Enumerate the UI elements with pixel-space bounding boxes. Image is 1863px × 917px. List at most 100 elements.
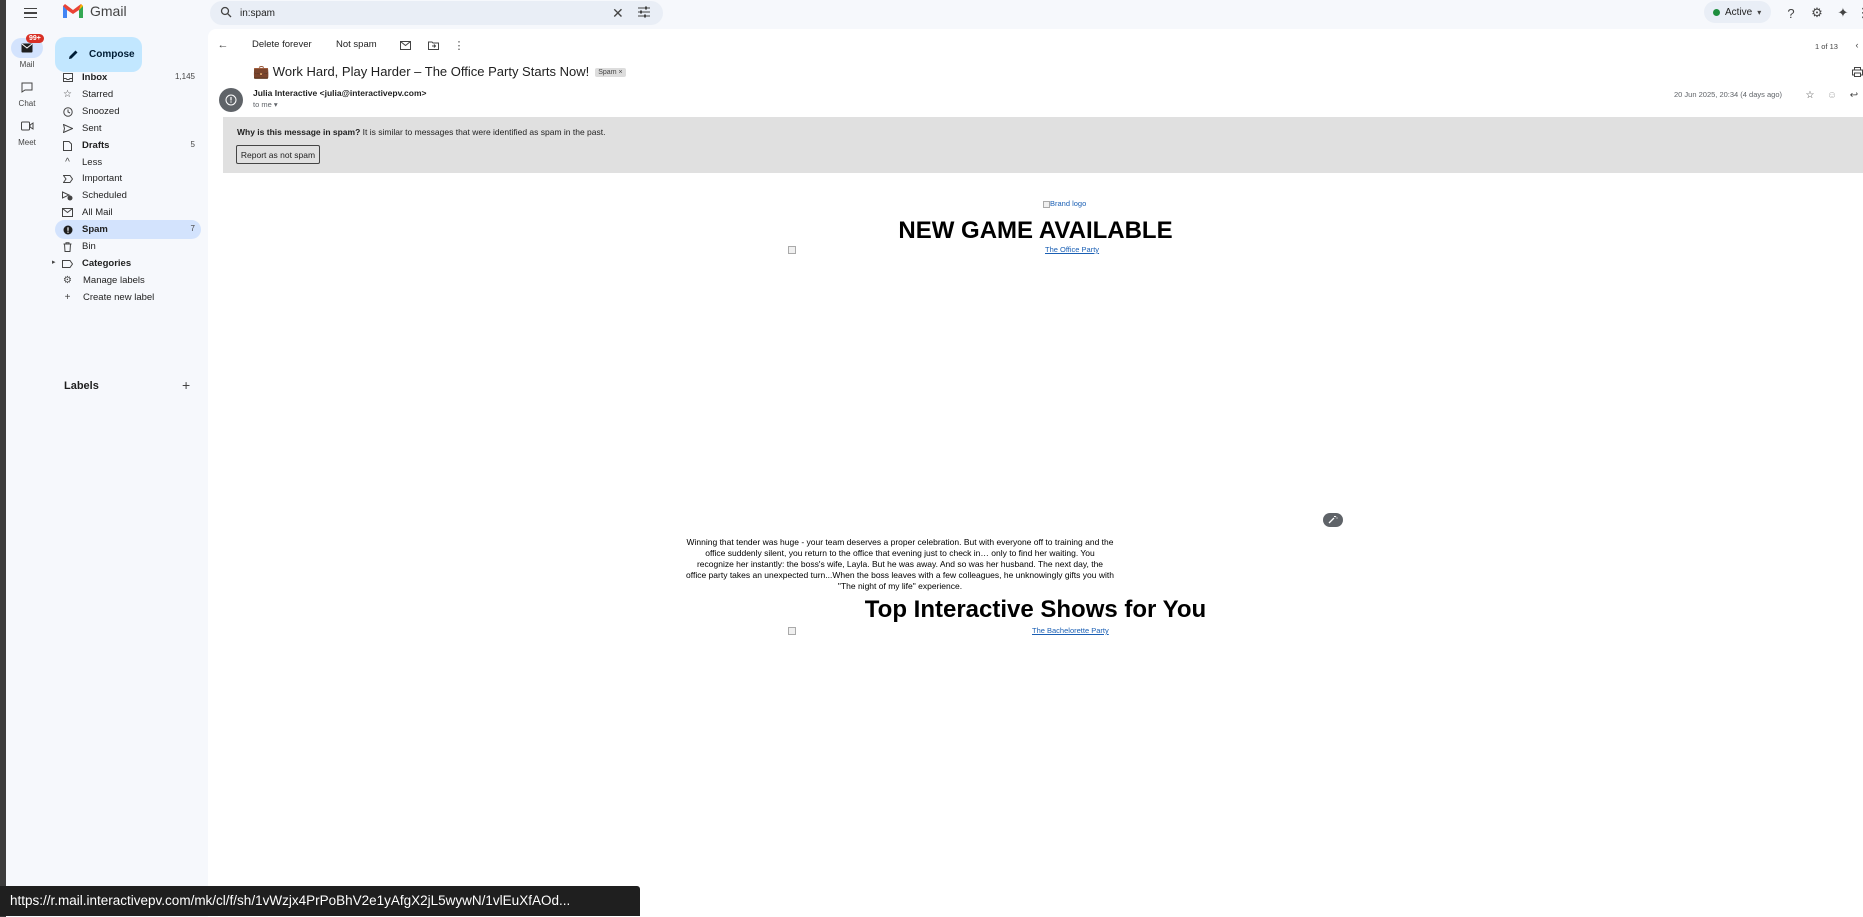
rail-mail-label: Mail — [19, 60, 35, 69]
status-dot-icon — [1713, 8, 1720, 16]
search-icon[interactable] — [220, 6, 232, 18]
gmail-wordmark: Gmail — [90, 3, 127, 19]
message-view: ← Delete forever Not spam ⋮ 1 of 13 ‹ 💼 … — [208, 29, 1863, 917]
recipient-details[interactable]: to me ▾ — [253, 100, 278, 109]
chat-icon — [11, 77, 43, 97]
compose-button[interactable]: Compose — [55, 37, 142, 72]
star-icon[interactable]: ☆ — [1803, 88, 1817, 102]
spam-label-chip[interactable]: Spam × — [595, 67, 626, 77]
search-input[interactable] — [240, 5, 600, 21]
link-preview-statusbar: https://r.mail.interactivepv.com/mk/cl/f… — [0, 886, 640, 916]
spam-icon — [62, 224, 73, 235]
brand-logo-image[interactable]: Brand logo — [1043, 199, 1086, 208]
plus-icon: + — [64, 292, 71, 303]
chevron-down-icon: ▾ — [1757, 7, 1762, 17]
spam-explanation: Why is this message in spam? It is simil… — [237, 127, 606, 137]
label-icon — [62, 258, 73, 269]
main-menu-button[interactable] — [20, 3, 40, 23]
compose-label: Compose — [89, 49, 135, 60]
help-icon[interactable]: ? — [1782, 4, 1800, 22]
gmail-m-icon — [63, 4, 83, 18]
sidebar-item-label: Manage labels — [83, 275, 145, 286]
brand-logo-alt: Brand logo — [1050, 199, 1087, 208]
warning-icon — [225, 94, 237, 106]
apps-icon[interactable]: ⋮ — [1854, 4, 1863, 22]
status-label: Active — [1725, 6, 1753, 18]
chevron-up-icon: ^ — [65, 157, 70, 168]
rail-mail[interactable]: 99+ Mail — [6, 34, 48, 69]
sidebar-item-label: Bin — [82, 241, 96, 252]
inbox-icon — [62, 72, 73, 83]
sidebar-item-create-label[interactable]: + Create new label — [55, 288, 201, 307]
important-icon — [62, 173, 73, 184]
sidebar-item-label: Scheduled — [82, 190, 127, 201]
labels-heading: Labels — [64, 380, 99, 392]
sidebar-item-label: Starred — [82, 89, 114, 100]
not-spam-button[interactable]: Not spam — [336, 39, 377, 50]
gmail-logo[interactable]: Gmail — [62, 3, 127, 19]
sidebar-item-label: All Mail — [82, 207, 113, 218]
bachelorette-party-link[interactable]: The Bachelorette Party — [1032, 626, 1109, 635]
add-label-icon[interactable]: + — [182, 377, 190, 393]
sidebar-item-label: Snoozed — [82, 106, 120, 117]
sidebar-item-count: 7 — [190, 224, 195, 233]
sidebar-item-label: Sent — [82, 123, 102, 134]
email-body-paragraph: Winning that tender was huge - your team… — [686, 537, 1114, 591]
broken-image-icon — [788, 627, 796, 635]
broken-image-icon — [1043, 200, 1050, 208]
status-selector[interactable]: Active ▾ — [1704, 1, 1771, 23]
reply-icon[interactable]: ↩ — [1847, 88, 1861, 102]
pencil-icon — [69, 50, 78, 59]
gmail-window: Gmail ✕ Active ▾ ? ⚙ ✦ ⋮ 99+ Mail — [0, 0, 1863, 917]
office-party-link[interactable]: The Office Party — [1045, 245, 1099, 254]
email-subject: 💼 Work Hard, Play Harder – The Office Pa… — [253, 64, 626, 80]
emoji-icon[interactable]: ☺ — [1825, 88, 1839, 102]
rail-chat-label: Chat — [18, 99, 36, 108]
mark-unread-icon[interactable] — [398, 38, 412, 52]
all-mail-icon — [62, 207, 73, 218]
sender-avatar — [219, 88, 243, 112]
draft-icon — [62, 140, 73, 151]
email-date: 20 Jun 2025, 20:34 (4 days ago) — [1674, 90, 1782, 99]
sender-name[interactable]: Julia Interactive <julia@interactivepv.c… — [253, 88, 426, 98]
rail-chat[interactable]: Chat — [6, 77, 48, 108]
image-expand-button[interactable] — [1323, 513, 1343, 527]
delete-forever-button[interactable]: Delete forever — [252, 39, 312, 50]
pagination-label: 1 of 13 — [1815, 42, 1838, 51]
sidebar-item-count: 1,145 — [174, 72, 195, 81]
gear-icon[interactable]: ⚙ — [1808, 4, 1826, 22]
sidebar-item-label: Categories — [82, 258, 132, 269]
more-options-icon[interactable]: ⋮ — [452, 38, 466, 52]
move-to-icon[interactable] — [426, 38, 440, 52]
broken-image-icon — [788, 246, 796, 254]
search-options-icon[interactable] — [637, 5, 651, 19]
subject-text: 💼 Work Hard, Play Harder – The Office Pa… — [253, 64, 590, 79]
rail-meet-label: Meet — [18, 138, 36, 147]
prev-message-icon[interactable]: ‹ — [1850, 38, 1863, 52]
search-bar[interactable]: ✕ — [210, 1, 663, 25]
new-game-headline: NEW GAME AVAILABLE — [898, 217, 1173, 244]
sidebar-item-label: Spam — [82, 224, 108, 235]
video-icon — [11, 116, 43, 136]
bin-icon — [62, 241, 73, 252]
gemini-icon[interactable]: ✦ — [1834, 4, 1852, 22]
spam-warning-banner: Why is this message in spam? It is simil… — [223, 117, 1863, 173]
sidebar-item-count: 5 — [190, 140, 195, 149]
print-icon[interactable] — [1850, 65, 1863, 79]
expand-arrow-icon[interactable]: ▸ — [52, 258, 56, 266]
sidebar-item-label: Less — [82, 157, 103, 168]
clear-search-icon[interactable]: ✕ — [612, 5, 624, 21]
sidebar-item-label: Inbox — [82, 72, 108, 83]
app-rail: 99+ Mail Chat Meet — [6, 26, 48, 917]
sidebar-item-label: Drafts — [82, 140, 110, 151]
spam-reason: It is similar to messages that were iden… — [360, 127, 606, 137]
sidebar-item-label: Create new label — [83, 292, 155, 303]
back-arrow-icon[interactable]: ← — [216, 38, 230, 52]
clock-icon — [62, 106, 73, 117]
report-not-spam-button[interactable]: Report as not spam — [236, 145, 320, 164]
spam-question: Why is this message in spam? — [237, 127, 361, 137]
sidebar-item-label: Important — [82, 173, 123, 184]
star-icon: ☆ — [63, 89, 72, 100]
rail-meet[interactable]: Meet — [6, 116, 48, 147]
magic-edit-icon — [1328, 516, 1338, 524]
